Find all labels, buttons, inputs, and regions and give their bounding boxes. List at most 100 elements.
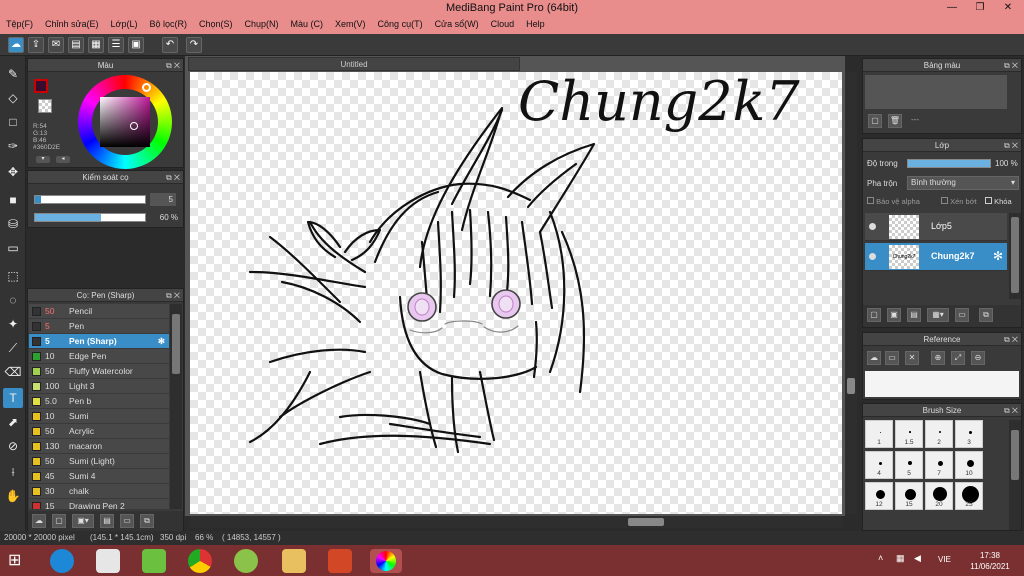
list-icon[interactable]: ☰	[108, 37, 124, 53]
brush-list-item[interactable]: 5 Pen (Sharp) ✻	[29, 334, 169, 349]
gradient-tool-icon[interactable]: ▭	[3, 238, 23, 258]
powerpoint-icon[interactable]	[328, 549, 352, 573]
close-button[interactable]: ✕	[994, 0, 1022, 17]
eyedropper-icon[interactable]: ⟊	[3, 462, 23, 482]
blend-mode-select[interactable]: Bình thường ▾	[907, 176, 1019, 190]
menu-item[interactable]: Tệp(F)	[0, 17, 39, 29]
brush-list-item[interactable]: 50 Sumi (Light)	[29, 454, 169, 469]
background-color-swatch[interactable]	[38, 99, 52, 113]
brush-list-item[interactable]: 50 Acrylic	[29, 424, 169, 439]
panel-menu-icon[interactable]: ⧉ ✕	[1004, 333, 1018, 346]
clipping-checkbox[interactable]	[941, 197, 948, 204]
undo-icon[interactable]: ↶	[162, 37, 178, 53]
drawing-canvas[interactable]: Chung2k7	[190, 72, 842, 514]
layer-folder-icon[interactable]: ▭	[955, 308, 969, 322]
maximize-button[interactable]: ❐	[966, 0, 994, 17]
duplicate-brush-icon[interactable]: ⧉	[140, 514, 154, 528]
menu-item[interactable]: Công cụ(T)	[372, 17, 429, 29]
move-tool-icon[interactable]: ✥	[3, 162, 23, 182]
palette-swatches[interactable]	[865, 75, 1007, 109]
brush-folder-icon[interactable]: ▭	[120, 514, 134, 528]
canvas-vertical-scrollbar[interactable]	[845, 72, 857, 514]
brush-size-preset[interactable]: 3	[955, 420, 983, 448]
pen-tool-icon[interactable]: ✑	[3, 136, 23, 156]
redo-icon[interactable]: ↷	[186, 37, 202, 53]
eraser-tool-icon[interactable]: ◇	[3, 88, 23, 108]
brush-size-preset[interactable]: 20	[925, 482, 953, 510]
brush-list-item[interactable]: 10 Sumi	[29, 409, 169, 424]
lasso-tool-icon[interactable]: ◌	[3, 290, 23, 310]
menu-item[interactable]: Xem(V)	[329, 17, 372, 29]
brush-size-preset[interactable]: 15	[895, 482, 923, 510]
select-eraser-icon[interactable]: ⌫	[3, 362, 23, 382]
hue-wheel[interactable]	[78, 75, 172, 169]
brush-list-item[interactable]: 50 Fluffy Watercolor	[29, 364, 169, 379]
layer-item[interactable]: Chung2k7 Chung2k7 ✻	[865, 243, 1007, 271]
magic-wand-icon[interactable]: ✦	[3, 314, 23, 334]
menu-item[interactable]: Chỉnh sửa(E)	[39, 17, 105, 29]
tray-chevron-icon[interactable]: ˄	[878, 553, 883, 563]
brush-size-preset[interactable]: 4	[865, 451, 893, 479]
menu-item[interactable]: Bộ lọc(R)	[143, 17, 193, 29]
dropper-tool-icon[interactable]: ⊘	[3, 436, 23, 456]
bluestacks-icon[interactable]	[142, 549, 166, 573]
export-icon[interactable]: ⇪	[28, 37, 44, 53]
foreground-color-swatch[interactable]	[34, 79, 48, 93]
clock[interactable]: 17:38 11/06/2021	[966, 550, 1014, 572]
brush-size-preset[interactable]: 1	[865, 420, 893, 448]
open-reference-icon[interactable]: ▭	[885, 351, 899, 365]
operation-tool-icon[interactable]: ⬈	[3, 412, 23, 432]
cloud-reference-icon[interactable]: ☁	[867, 351, 881, 365]
brush-size-preset[interactable]: 2	[925, 420, 953, 448]
medibang-taskbar-icon[interactable]	[370, 549, 402, 573]
menu-item[interactable]: Chụp(N)	[239, 17, 285, 29]
text-tool-icon[interactable]: T	[3, 388, 23, 408]
chrome-icon[interactable]	[188, 549, 212, 573]
bucket-tool-icon[interactable]: ⛁	[3, 214, 23, 234]
rectangle-tool-icon[interactable]: □	[3, 112, 23, 132]
add-brush-icon[interactable]: ▣▾	[72, 514, 94, 528]
brush-list-item[interactable]: 50 Pencil	[29, 304, 169, 319]
file-explorer-icon[interactable]	[282, 549, 306, 573]
visibility-eye-icon[interactable]	[869, 253, 876, 260]
app-grid-icon[interactable]	[96, 549, 120, 573]
zoom-out-icon[interactable]: ⊖	[971, 351, 985, 365]
panel-menu-icon[interactable]: ⧉ ✕	[1004, 59, 1018, 72]
minimize-button[interactable]: —	[938, 0, 966, 17]
menu-item[interactable]: Chọn(S)	[193, 17, 239, 29]
visibility-eye-icon[interactable]	[869, 223, 876, 230]
brush-list-item[interactable]: 5 Pen	[29, 319, 169, 334]
language-indicator[interactable]: VIE	[938, 555, 951, 564]
panel-menu-icon[interactable]: ⧉ ✕	[166, 59, 180, 72]
brush-size-preset[interactable]: 12	[865, 482, 893, 510]
hand-tool-icon[interactable]: ✋	[3, 486, 23, 506]
gear-icon[interactable]: ✻	[158, 334, 165, 349]
brush-list-item[interactable]: 130 macaron	[29, 439, 169, 454]
volume-icon[interactable]: ◀	[914, 553, 921, 564]
menu-item[interactable]: Help	[520, 17, 551, 29]
panel-menu-icon[interactable]: ⧉ ✕	[166, 289, 180, 302]
chat-icon[interactable]: ▤	[68, 37, 84, 53]
saturation-value-square[interactable]	[100, 97, 150, 147]
ie-browser-icon[interactable]	[50, 549, 74, 573]
color-swap-button[interactable]: ◂	[56, 156, 70, 163]
protect-alpha-checkbox[interactable]	[867, 197, 874, 204]
brush-list-item[interactable]: 45 Sumi 4	[29, 469, 169, 484]
new-halftone-layer-icon[interactable]: ▣	[887, 308, 901, 322]
menu-item[interactable]: Cửa sổ(W)	[429, 17, 485, 29]
menu-item[interactable]: Cloud	[485, 17, 521, 29]
reference-view[interactable]	[865, 371, 1019, 397]
color-mode-button[interactable]: ▾	[36, 156, 50, 163]
new-layer-icon[interactable]: ▢	[867, 308, 881, 322]
delete-palette-icon[interactable]: 🗑	[888, 114, 902, 128]
panel-menu-icon[interactable]: ⧉ ✕	[1004, 404, 1018, 417]
new-8bit-layer-icon[interactable]: ▤	[907, 308, 921, 322]
comment-icon[interactable]: ✉	[48, 37, 64, 53]
brush-list-scrollbar[interactable]	[170, 304, 182, 509]
cloud-icon[interactable]: ☁	[8, 37, 24, 53]
document-icon[interactable]: ▦	[88, 37, 104, 53]
close-reference-icon[interactable]: ✕	[905, 351, 919, 365]
page-icon[interactable]: ▣	[128, 37, 144, 53]
color-picker-cursor[interactable]	[130, 122, 138, 130]
brush-size-preset[interactable]: 25	[955, 482, 983, 510]
